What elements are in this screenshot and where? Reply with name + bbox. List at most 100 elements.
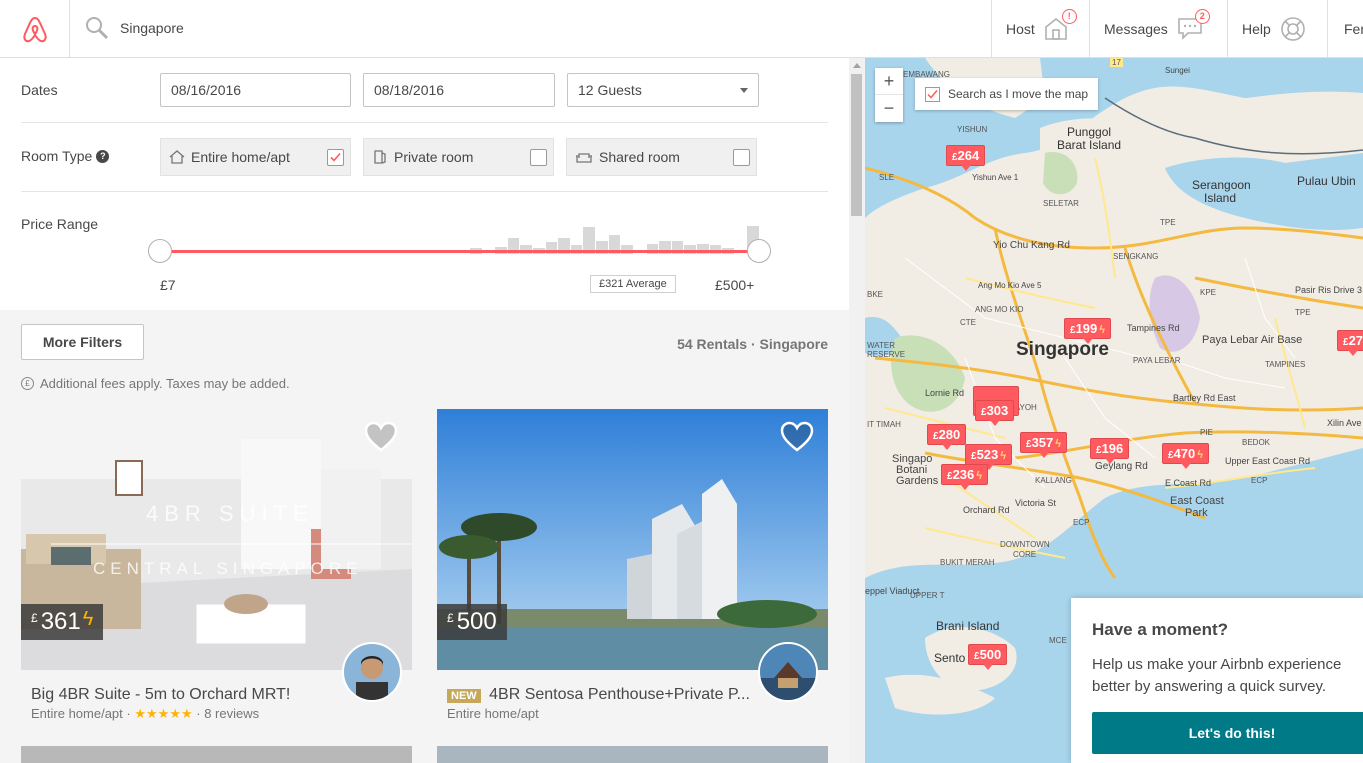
- map-price-pin[interactable]: £280: [927, 424, 967, 450]
- room-type-private-room[interactable]: Private room: [363, 138, 554, 176]
- map-price-pin[interactable]: £199 ϟ: [1064, 318, 1112, 344]
- checkout-date-input[interactable]: 08/18/2016: [363, 73, 555, 107]
- room-type-shared-room[interactable]: Shared room: [566, 138, 757, 176]
- pin-price: 196: [1101, 441, 1124, 456]
- price-average-tag: £321 Average: [590, 275, 676, 293]
- map-price-pin[interactable]: £236 ϟ: [941, 464, 989, 490]
- help-question-icon[interactable]: ?: [96, 149, 110, 163]
- listing-price-tag: £ 361 ϟ: [21, 604, 104, 640]
- map-label-cte: CTE: [960, 318, 976, 327]
- more-filters-button[interactable]: More Filters: [21, 324, 144, 360]
- zoom-out-button[interactable]: −: [875, 95, 903, 122]
- pin-price: 280: [938, 427, 961, 442]
- help-label: Help: [1242, 20, 1271, 37]
- shared-room-checkbox[interactable]: [733, 149, 750, 166]
- map-label-tampines: TAMPINES: [1265, 360, 1306, 369]
- zoom-in-button[interactable]: +: [875, 68, 903, 95]
- host-alert-badge: !: [1061, 8, 1077, 24]
- listing-card[interactable]: £ 500 NEW 4BR Sentosa Penthouse+Private …: [437, 409, 828, 721]
- entire-home-checkbox[interactable]: [327, 149, 344, 166]
- wishlist-heart-icon[interactable]: [364, 421, 398, 453]
- results-scrollbar[interactable]: [849, 58, 865, 763]
- pin-price: 357: [1031, 435, 1054, 450]
- map-label-bukit-merah: BUKIT MERAH: [940, 558, 995, 567]
- map-label-downtown: DOWNTOWN: [1000, 540, 1050, 549]
- review-count: · 8 reviews: [196, 706, 260, 721]
- listing-subtitle: Entire home/apt: [447, 706, 828, 721]
- price-slider-min-handle[interactable]: [148, 239, 172, 263]
- listing-photo[interactable]: 4BR SUITE CENTRAL SINGAPORE £ 361 ϟ: [21, 409, 412, 670]
- map-label-kallang: KALLANG: [1035, 476, 1072, 485]
- survey-accept-button[interactable]: Let's do this!: [1092, 712, 1363, 754]
- search-icon: [86, 17, 109, 40]
- map-label-ang-mo-kio: ANG MO KIO: [975, 305, 1024, 314]
- location-search[interactable]: Singapore: [84, 13, 184, 43]
- search-as-map-moves[interactable]: Search as I move the map: [915, 78, 1099, 110]
- pin-price: 264: [957, 148, 980, 163]
- map-label-sengkang: SENGKANG: [1113, 252, 1159, 261]
- map-price-pin[interactable]: £523 ϟ: [965, 444, 1013, 470]
- map-price-pin[interactable]: £196: [1090, 438, 1130, 464]
- map-label-punggol: Punggol: [1067, 125, 1112, 139]
- map-label-bartley-rd: Bartley Rd East: [1173, 393, 1236, 403]
- airbnb-logo-icon[interactable]: [0, 0, 70, 57]
- messages-menu[interactable]: Messages 2: [1089, 0, 1227, 57]
- scroll-up-arrow-icon[interactable]: [853, 63, 861, 68]
- listing-card-next-row[interactable]: [21, 746, 412, 763]
- rating-stars: ★★★★★: [134, 706, 193, 721]
- host-avatar[interactable]: [758, 642, 818, 702]
- map-price-pin[interactable]: £27: [1337, 330, 1363, 356]
- checkin-date-input[interactable]: 08/16/2016: [160, 73, 351, 107]
- couch-icon: [576, 153, 592, 163]
- host-menu[interactable]: Host !: [991, 0, 1089, 57]
- map-label-seletar: SELETAR: [1043, 199, 1079, 208]
- new-listing-badge: NEW: [447, 689, 481, 703]
- listing-price: 361: [40, 608, 81, 635]
- map-label-victoria-st: Victoria St: [1015, 498, 1056, 508]
- search-input[interactable]: Singapore: [120, 20, 184, 36]
- map-label-pie: PIE: [1200, 428, 1213, 437]
- map-label-yishun: YISHUN: [957, 125, 988, 134]
- map-price-pin[interactable]: £470 ϟ: [1162, 443, 1210, 469]
- map-label-paya-lebar: PAYA LEBAR: [1133, 356, 1181, 365]
- guests-value: 12 Guests: [578, 82, 642, 98]
- map-price-pin[interactable]: £264: [946, 145, 986, 171]
- map-label-barat-island: Barat Island: [1057, 138, 1122, 152]
- room-type-entire-home[interactable]: Entire home/apt: [160, 138, 351, 176]
- listing-subtitle: Entire home/apt · ★★★★★ · 8 reviews: [31, 706, 412, 722]
- pin-price: 27: [1348, 333, 1363, 348]
- map-label-tpe-2: TPE: [1295, 308, 1311, 317]
- listing-photo[interactable]: £ 500: [437, 409, 828, 670]
- messages-count-badge: 2: [1194, 8, 1210, 24]
- map-label-e-coast-rd: E Coast Rd: [1165, 478, 1212, 488]
- user-name: Fer: [1344, 20, 1363, 37]
- host-avatar[interactable]: [342, 642, 402, 702]
- help-menu[interactable]: Help: [1227, 0, 1327, 57]
- pin-price: 470: [1173, 446, 1196, 461]
- user-menu[interactable]: Fer: [1327, 0, 1363, 57]
- messages-label: Messages: [1104, 20, 1168, 37]
- map-label-upper-east-coast-rd: Upper East Coast Rd: [1225, 456, 1311, 466]
- top-navigation-bar: Singapore Host ! Messages 2 Help Fer: [0, 0, 1363, 58]
- map-label-yio-chu-kang-rd: Yio Chu Kang Rd: [993, 240, 1070, 251]
- wishlist-heart-icon[interactable]: [780, 421, 814, 453]
- map-label-yishun-ave: Yishun Ave 1: [972, 173, 1019, 182]
- map-price-pin[interactable]: £357 ϟ: [1020, 432, 1068, 458]
- instant-book-bolt-icon: ϟ: [82, 608, 94, 630]
- lifebuoy-icon: [1279, 15, 1307, 43]
- guests-select[interactable]: 12 Guests: [567, 73, 759, 107]
- listing-card-next-row[interactable]: [437, 746, 828, 763]
- scrollbar-thumb[interactable]: [851, 74, 862, 216]
- map-price-pin[interactable]: £303: [975, 400, 1015, 426]
- map-price-pin[interactable]: £500: [968, 644, 1008, 670]
- map-label-kpe: KPE: [1200, 288, 1217, 297]
- private-room-checkbox[interactable]: [530, 149, 547, 166]
- price-slider-max-handle[interactable]: [747, 239, 771, 263]
- map-label-sle: SLE: [879, 173, 895, 182]
- search-as-move-checkbox[interactable]: [925, 86, 940, 102]
- pin-price: 523: [976, 447, 999, 462]
- map-label-route-17: 17: [1110, 58, 1123, 67]
- price-max-label: £500+: [715, 277, 755, 293]
- map-label-pasir-ris: Pasir Ris Drive 3: [1295, 285, 1363, 295]
- listing-card[interactable]: 4BR SUITE CENTRAL SINGAPORE £ 361 ϟ Big …: [21, 409, 412, 722]
